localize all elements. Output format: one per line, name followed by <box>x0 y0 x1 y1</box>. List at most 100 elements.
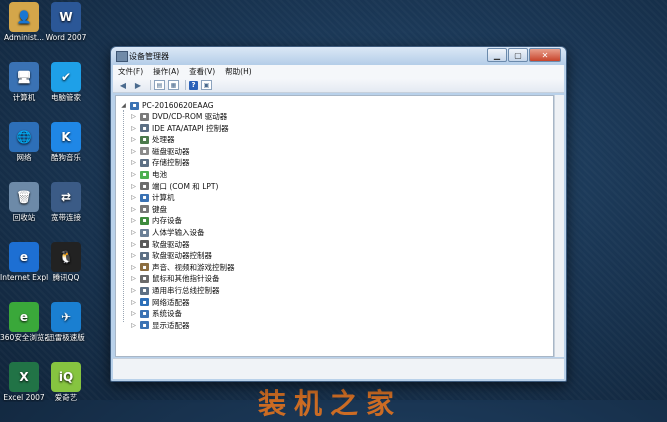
computer-icon: ▪ <box>130 101 139 110</box>
device-category-label: 鼠标和其他指针设备 <box>152 274 220 284</box>
device-category-label: 声音、视频和游戏控制器 <box>152 262 235 272</box>
desktop-icon-kugou[interactable]: K 酷狗音乐 <box>42 122 90 162</box>
desktop-icon-administrator[interactable]: 👤 Administ... <box>0 2 48 42</box>
device-category-item[interactable]: ▷ ▪ 键盘 <box>130 204 167 215</box>
xunlei-icon: ✈ <box>51 302 81 332</box>
menu-action[interactable]: 操作(A) <box>148 66 184 77</box>
expand-icon[interactable]: ▷ <box>130 310 137 317</box>
device-category-item[interactable]: ▷ ▪ 存储控制器 <box>130 157 189 168</box>
desktop-icon-xunlei[interactable]: ✈ 迅雷极速版 <box>42 302 90 342</box>
show-hide-tree-icon[interactable]: ▤ <box>154 80 165 90</box>
device-category-item[interactable]: ▷ ▪ 软盘驱动器控制器 <box>130 250 212 261</box>
menu-help[interactable]: 帮助(H) <box>220 66 257 77</box>
device-tree[interactable]: ◢ ▪ PC-20160620EAAG ▷ ▪ DVD/CD-ROM 驱动器 ▷ ▪ ID… <box>115 95 554 357</box>
device-category-label: 处理器 <box>152 135 175 145</box>
forward-arrow-icon[interactable]: ▶ <box>132 80 144 90</box>
expand-icon[interactable]: ▷ <box>130 183 137 190</box>
properties-icon[interactable]: ▦ <box>168 80 179 90</box>
expand-icon[interactable]: ▷ <box>130 113 137 120</box>
device-category-item[interactable]: ▷ ▪ DVD/CD-ROM 驱动器 <box>130 111 227 122</box>
desktop-icon-broadband[interactable]: ⇄ 宽带连接 <box>42 182 90 222</box>
device-category-item[interactable]: ▷ ▪ 网络适配器 <box>130 297 190 308</box>
desktop-icon-excel[interactable]: X Excel 2007 <box>0 362 48 402</box>
device-category-item[interactable]: ▷ ▪ 软盘驱动器 <box>130 239 190 250</box>
device-category-label: 网络适配器 <box>152 297 190 307</box>
expand-icon[interactable]: ▷ <box>130 299 137 306</box>
desktop-icon-label: 电脑管家 <box>51 93 81 102</box>
floppy-drive-icon: ▪ <box>140 240 149 249</box>
expand-icon[interactable]: ▷ <box>130 136 137 143</box>
expand-icon[interactable]: ▷ <box>130 287 137 294</box>
device-category-label: 系统设备 <box>152 309 182 319</box>
status-bar <box>113 358 564 379</box>
desktop-icon-360-browser[interactable]: e 360安全浏览器 <box>0 302 48 342</box>
desktop-icon-ie[interactable]: eInternet Explorer <box>0 242 48 282</box>
expand-icon[interactable]: ▷ <box>130 171 137 178</box>
desktop-icon-label: Internet Explorer <box>0 273 48 282</box>
device-category-item[interactable]: ▷ ▪ 端口 (COM 和 LPT) <box>130 181 218 192</box>
desktop-icon-label: 网络 <box>16 153 32 162</box>
expand-icon[interactable]: ▷ <box>130 206 137 213</box>
device-category-item[interactable]: ▷ ▪ 人体学输入设备 <box>130 227 204 238</box>
desktop-icon-pc-manager[interactable]: ✔ 电脑管家 <box>42 62 90 102</box>
expand-icon[interactable]: ▷ <box>130 125 137 132</box>
device-category-label: 端口 (COM 和 LPT) <box>152 181 219 191</box>
expand-icon[interactable]: ▷ <box>130 229 137 236</box>
desktop-icon-word[interactable]: W Word 2007 <box>42 2 90 42</box>
scan-hardware-icon[interactable]: ▣ <box>201 80 212 90</box>
toolbar: ◀ ▶ ▤ ▦ ? ▣ <box>113 78 564 93</box>
expand-icon[interactable]: ▷ <box>130 322 137 329</box>
administrator-icon: 👤 <box>9 2 39 32</box>
device-category-item[interactable]: ▷ ▪ 声音、视频和游戏控制器 <box>130 262 235 273</box>
desktop-icon-qq[interactable]: 🐧 腾讯QQ <box>42 242 90 282</box>
device-category-item[interactable]: ▷ ▪ 内存设备 <box>130 215 182 226</box>
close-button[interactable]: ✕ <box>529 48 561 62</box>
device-category-label: DVD/CD-ROM 驱动器 <box>152 112 228 121</box>
desktop-icon-computer[interactable]: 🖥 计算机 <box>0 62 48 102</box>
device-category-label: 显示适配器 <box>152 320 190 330</box>
expand-icon[interactable]: ▷ <box>130 217 137 224</box>
device-category-label: IDE ATA/ATAPI 控制器 <box>152 123 229 133</box>
device-category-item[interactable]: ▷ ▪ 电池 <box>130 169 167 180</box>
toolbar-separator <box>185 80 186 90</box>
minimize-button[interactable]: ▁ <box>487 48 507 62</box>
expand-icon[interactable]: ▷ <box>130 159 137 166</box>
device-category-label: 内存设备 <box>152 216 182 226</box>
port-icon: ▪ <box>140 182 149 191</box>
desktop-icon-label: Administ... <box>4 33 44 42</box>
menu-file[interactable]: 文件(F) <box>113 66 148 77</box>
help-icon[interactable]: ? <box>189 80 198 90</box>
device-category-item[interactable]: ▷ ▪ IDE ATA/ATAPI 控制器 <box>130 123 229 134</box>
title-bar[interactable]: 设备管理器 ▁ ▢ ✕ <box>111 47 566 65</box>
expand-icon[interactable]: ▷ <box>130 194 137 201</box>
vertical-scrollbar[interactable] <box>554 95 564 357</box>
device-category-item[interactable]: ▷ ▪ 处理器 <box>130 134 175 145</box>
desktop-icon-network[interactable]: 🌐 网络 <box>0 122 48 162</box>
device-category-item[interactable]: ▷ ▪ 磁盘驱动器 <box>130 146 189 157</box>
device-category-item[interactable]: ▷ ▪ 计算机 <box>130 192 175 203</box>
expand-icon[interactable]: ▷ <box>130 275 137 282</box>
expand-icon[interactable]: ▷ <box>130 241 137 248</box>
menu-view[interactable]: 查看(V) <box>184 66 220 77</box>
network-adapter-icon: ▪ <box>140 298 149 307</box>
device-category-item[interactable]: ▷ ▪ 显示适配器 <box>130 320 190 331</box>
device-category-item[interactable]: ▷ ▪ 鼠标和其他指针设备 <box>130 273 220 284</box>
expand-icon[interactable]: ▷ <box>130 264 137 271</box>
back-arrow-icon[interactable]: ◀ <box>117 80 129 90</box>
device-category-item[interactable]: ▷ ▪ 通用串行总线控制器 <box>130 285 219 296</box>
desktop-icon-iqiyi[interactable]: iQ 爱奇艺 <box>42 362 90 402</box>
network-icon: 🌐 <box>9 122 39 152</box>
menu-bar: 文件(F) 操作(A) 查看(V) 帮助(H) <box>113 65 564 78</box>
tree-root[interactable]: ◢ ▪ PC-20160620EAAG <box>120 100 213 111</box>
device-category-item[interactable]: ▷ ▪ 系统设备 <box>130 308 182 319</box>
qq-icon: 🐧 <box>51 242 81 272</box>
expand-icon[interactable]: ▷ <box>130 252 137 259</box>
maximize-button[interactable]: ▢ <box>508 48 528 62</box>
collapse-icon[interactable]: ◢ <box>120 102 127 109</box>
360-browser-icon: e <box>9 302 39 332</box>
memory-icon: ▪ <box>140 216 149 225</box>
device-category-label: 计算机 <box>152 193 175 203</box>
device-category-label: 软盘驱动器 <box>152 239 190 249</box>
desktop-icon-recycle-bin[interactable]: 🗑 回收站 <box>0 182 48 222</box>
expand-icon[interactable]: ▷ <box>130 148 137 155</box>
